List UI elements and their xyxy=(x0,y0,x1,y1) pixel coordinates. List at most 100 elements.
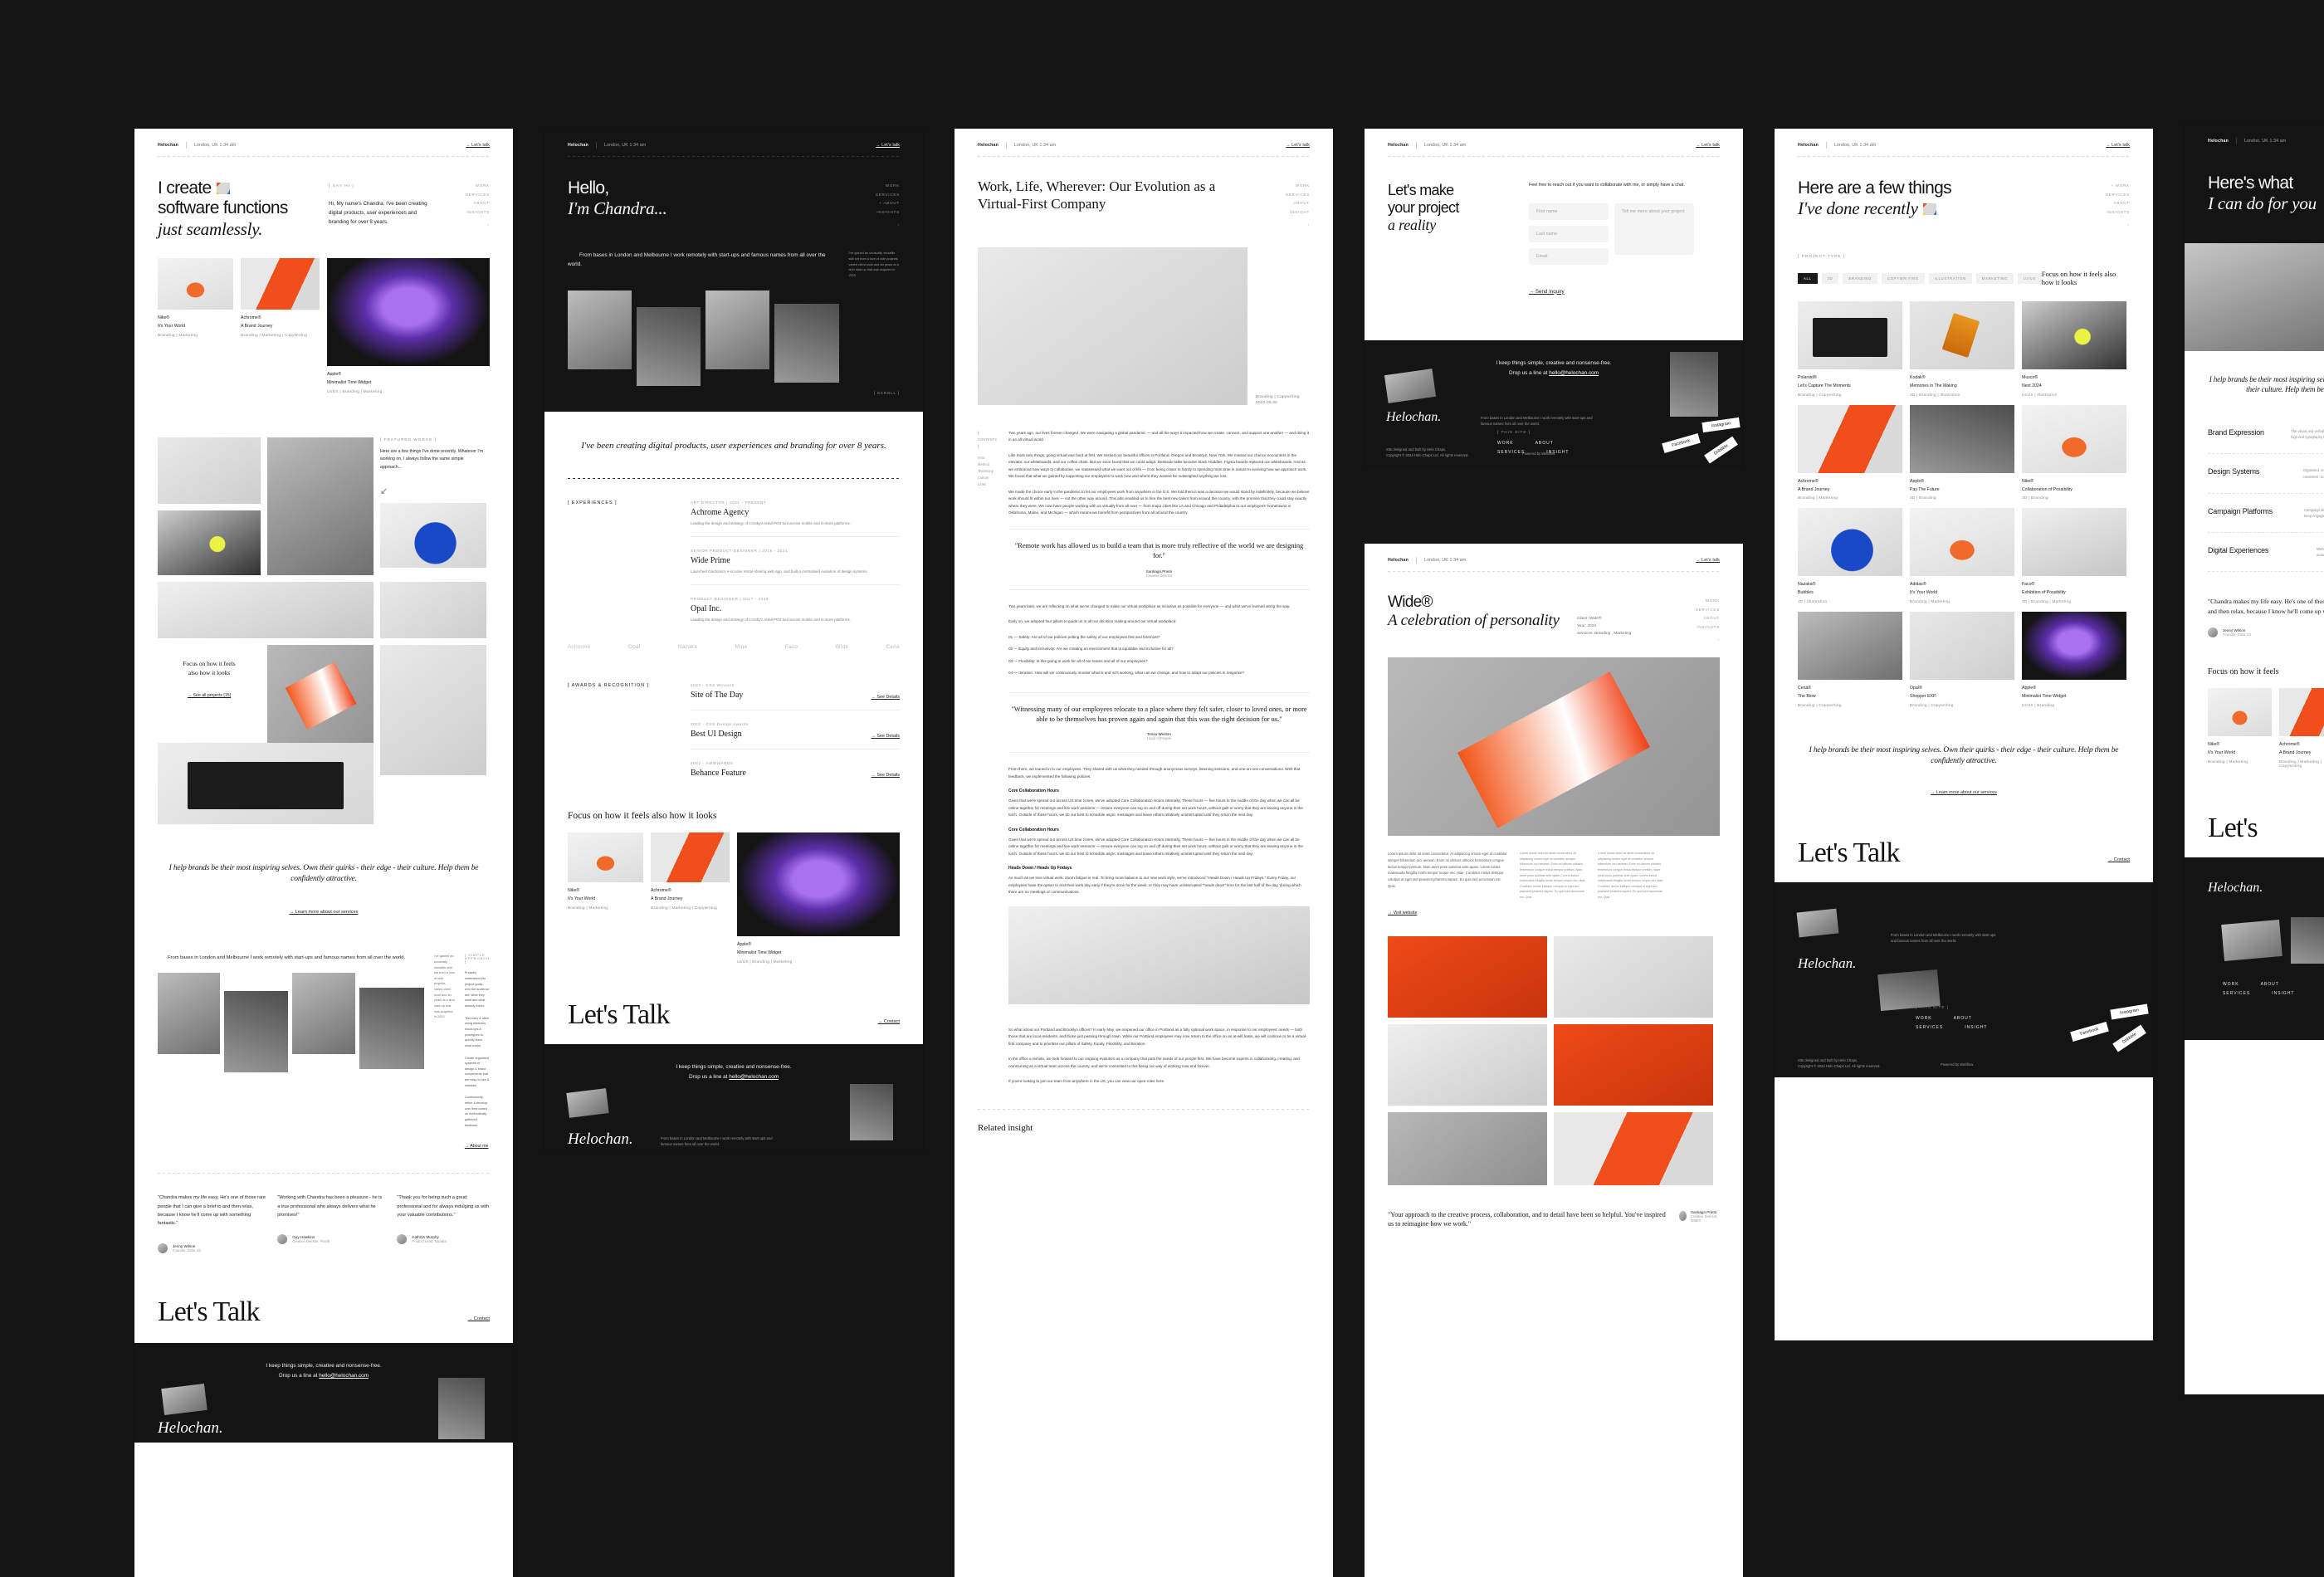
service-row[interactable]: Brand Expression The visual and verbal s… xyxy=(2208,415,2324,455)
project-thumb[interactable] xyxy=(1910,508,2014,577)
page-card-contact[interactable]: Helochan London, UK 1:34 am → Let's talk… xyxy=(1365,129,1743,465)
page-card-insight[interactable]: Helochan London, UK 1:34 am → Let's talk… xyxy=(954,129,1333,1577)
filter-copywriting[interactable]: COPYWRITING xyxy=(1882,272,1925,284)
lets-talk-link[interactable]: → Let's talk xyxy=(1696,558,1720,563)
footer-nav-work[interactable]: WORK xyxy=(1497,441,1514,446)
project-card[interactable]: Kodak® Memories in The Making 3D | Brand… xyxy=(1910,301,2014,398)
project-card[interactable]: Apple® Minimalist Time Widget UI/UX | Br… xyxy=(737,832,900,964)
project-card[interactable]: Adidas® It's Your World Branding | Marke… xyxy=(1910,508,2014,604)
project-card[interactable]: Nike® Collaboration of Possibility 3D | … xyxy=(2022,404,2126,500)
nav-item-work[interactable]: + WORK xyxy=(2078,183,2130,188)
filter-all[interactable]: ALL xyxy=(1798,272,1818,284)
project-thumb[interactable] xyxy=(1910,301,2014,369)
project-card[interactable]: Nike® It's Your World Branding | Marketi… xyxy=(158,258,234,394)
project-thumb[interactable] xyxy=(568,832,644,883)
nav-item-about[interactable]: ABOUT xyxy=(2078,201,2130,205)
learn-more-services-link[interactable]: → Learn more about our services xyxy=(289,910,358,915)
project-card[interactable]: Polaroid® Let's Capture The Moments Bran… xyxy=(1798,301,1902,398)
nav-item-about[interactable]: + ABOUT xyxy=(848,201,900,205)
lets-talk-link[interactable]: → Let's talk xyxy=(1696,143,1720,148)
main-nav[interactable]: + WORK SERVICES ABOUT INSIGHTS ↓ xyxy=(2078,178,2130,231)
footer-nav-work[interactable]: WORK xyxy=(1916,1016,1932,1021)
filter-3d[interactable]: 3D xyxy=(1821,272,1839,284)
message-textarea[interactable]: Tell me more about your project xyxy=(1614,203,1694,255)
footer-nav-work[interactable]: WORK xyxy=(2223,982,2239,987)
first-name-input[interactable]: First name xyxy=(1529,203,1609,220)
scroll-down-icon[interactable]: ↓ xyxy=(1271,222,1310,227)
lets-talk-link[interactable]: → Let's talk xyxy=(876,143,900,148)
mosaic-tile[interactable] xyxy=(267,644,374,743)
project-card[interactable]: Cena® The Blow Branding | Copywriting xyxy=(1798,612,1902,708)
email-input[interactable]: Email xyxy=(1529,247,1609,265)
social-dribbble[interactable]: Dribbble xyxy=(1703,436,1738,464)
main-nav[interactable]: WORK SERVICES ABOUT INSIGHTS ↓ xyxy=(438,178,490,240)
see-all-projects-link[interactable]: → See all projects [15] xyxy=(188,693,231,698)
project-card[interactable]: Apple® Minimalist Time Widget UI/UX | Br… xyxy=(327,258,490,394)
mosaic-tile[interactable] xyxy=(158,742,374,824)
see-details-link[interactable]: → See Details xyxy=(872,734,900,739)
footer-email-link[interactable]: hello@helochan.com xyxy=(729,1074,779,1080)
main-nav[interactable]: WORK SERVICES ABOUT INSIGHT ↓ xyxy=(1271,178,1310,231)
service-row[interactable]: Design Systems Organised, reusable compo… xyxy=(2208,454,2324,494)
project-thumb[interactable] xyxy=(1798,301,1902,369)
nav-item-insight[interactable]: INSIGHT xyxy=(1271,210,1310,214)
filter-marketing[interactable]: MARKETING xyxy=(1975,272,2014,284)
lets-talk-link[interactable]: → Let's talk xyxy=(1286,143,1310,148)
project-thumb[interactable] xyxy=(1910,612,2014,681)
footer-nav-services[interactable]: SERVICES xyxy=(2223,991,2250,996)
page-card-services[interactable]: Helochan London, UK 1:34 am Here's what … xyxy=(2185,124,2324,1394)
mosaic-tile[interactable] xyxy=(158,510,261,575)
lets-talk-link[interactable]: → Let's talk xyxy=(466,143,490,148)
project-card[interactable]: Achrome® A Brand Journey Branding | Mark… xyxy=(1798,404,1902,500)
social-instagram[interactable]: Instagram xyxy=(2110,1003,2149,1020)
main-nav[interactable]: WORK SERVICES + ABOUT INSIGHTS ↓ xyxy=(848,178,900,231)
contact-button[interactable]: → Contact xyxy=(468,1316,490,1321)
project-card[interactable]: Achrome® A Brand Journey Branding | Mark… xyxy=(651,832,730,964)
mosaic-tile[interactable] xyxy=(380,581,486,638)
project-thumb[interactable] xyxy=(2022,508,2126,577)
project-card[interactable]: Achrome® A Brand Journey Branding | Mark… xyxy=(241,258,320,394)
nav-item-about[interactable]: ABOUT xyxy=(1271,201,1310,205)
see-details-link[interactable]: → See Details xyxy=(872,695,900,700)
project-thumb[interactable] xyxy=(1798,612,1902,681)
project-card[interactable]: Apple® Pay The Future 3D | Branding xyxy=(1910,404,2014,500)
scroll-down-icon[interactable]: ↓ xyxy=(1668,637,1720,642)
visit-website-link[interactable]: → Visit website xyxy=(1388,911,1417,915)
filter-branding[interactable]: BRANDING xyxy=(1843,272,1878,284)
see-details-link[interactable]: → See Details xyxy=(872,773,900,778)
project-card[interactable]: Opal® Shopper EXP. Branding | Copywritin… xyxy=(1910,612,2014,708)
nav-item-insights[interactable]: INSIGHTS xyxy=(1668,625,1720,629)
footer-email-link[interactable]: hello@helochan.com xyxy=(1549,370,1599,376)
nav-item-work[interactable]: WORK xyxy=(438,183,490,188)
social-dribbble[interactable]: Dribbble xyxy=(2112,1024,2146,1052)
nav-item-services[interactable]: SERVICES xyxy=(1271,193,1310,197)
service-row[interactable]: Digital Experiences Websites, apps and i… xyxy=(2208,533,2324,573)
contents-item[interactable]: Method xyxy=(978,461,997,468)
contact-button[interactable]: → Contact xyxy=(878,1019,900,1024)
scroll-down-icon[interactable]: ↓ xyxy=(848,222,900,227)
nav-item-insights[interactable]: INSIGHTS xyxy=(848,210,900,214)
footer-email-link[interactable]: hello@helochan.com xyxy=(319,1373,369,1379)
contents-item[interactable]: Links xyxy=(978,481,997,488)
page-card-home[interactable]: Helochan London, UK 1:34 am → Let's talk… xyxy=(134,129,513,1577)
scroll-down-icon[interactable]: ↓ xyxy=(438,222,490,227)
page-card-project[interactable]: Helochan London, UK 1:34 am → Let's talk… xyxy=(1365,544,1743,1577)
main-nav[interactable]: WORK SERVICES ABOUT INSIGHTS ↓ xyxy=(1668,593,1720,646)
contents-item[interactable]: Testimony xyxy=(978,468,997,475)
footer-nav-insight[interactable]: INSIGHT xyxy=(2272,991,2294,996)
project-card[interactable]: Faco® Exhibition of Possibility 3D | Bra… xyxy=(2022,508,2126,604)
project-thumb[interactable] xyxy=(2208,688,2272,736)
footer-nav-services[interactable]: SERVICES xyxy=(1497,450,1525,455)
footer-nav-about[interactable]: ABOUT xyxy=(1954,1016,1972,1021)
project-card[interactable]: Nike® It's Your World Branding | Marketi… xyxy=(2208,688,2272,779)
contact-button[interactable]: → Contact xyxy=(2108,857,2130,862)
contents-item[interactable]: Intro xyxy=(978,455,997,461)
project-card[interactable]: Musco® Next 2024 UI/UX | Illustration xyxy=(2022,301,2126,398)
project-thumb[interactable] xyxy=(158,258,234,310)
nav-item-work[interactable]: WORK xyxy=(1668,598,1720,603)
scroll-down-icon[interactable]: ↓ xyxy=(2078,222,2130,227)
footer-nav-about[interactable]: ABOUT xyxy=(2261,982,2279,987)
nav-item-about[interactable]: ABOUT xyxy=(438,201,490,205)
page-card-work[interactable]: Helochan London, UK 1:34 am → Let's talk… xyxy=(1775,129,2153,1340)
contents-item[interactable]: Culture xyxy=(978,475,997,481)
